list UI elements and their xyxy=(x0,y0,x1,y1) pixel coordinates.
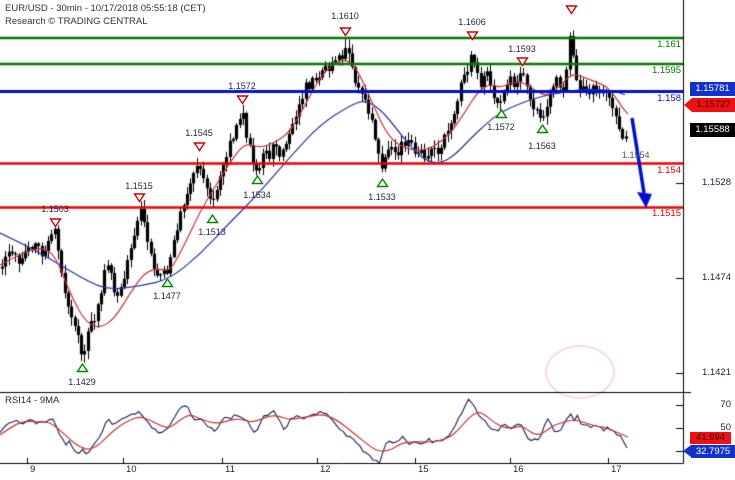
up-triangle-icon xyxy=(494,109,508,119)
chart-title: EUR/USD - 30min - 10/17/2018 05:55:18 (C… xyxy=(5,3,206,14)
resistance-level-label-1: 1.161 xyxy=(657,39,681,50)
price-note-label: 1.1554 xyxy=(622,150,650,160)
support-level-label-1: 1.154 xyxy=(657,165,681,176)
x-axis-day-label: 17 xyxy=(611,464,622,475)
trading-central-chart: EUR/USD - 30min - 10/17/2018 05:55:18 (C… xyxy=(0,0,735,480)
marker-label: 1.1534 xyxy=(243,190,271,200)
resistance-marker xyxy=(453,31,491,41)
down-triangle-icon xyxy=(132,193,146,203)
support-level-label-2: 1.1515 xyxy=(651,208,681,219)
marker-label: 1.1572 xyxy=(487,122,515,132)
price-axis-label: 1.1474 xyxy=(701,272,731,283)
down-triangle-icon xyxy=(338,27,352,37)
support-marker xyxy=(238,175,276,185)
price-badge-red-value: 1.15727 xyxy=(696,99,731,110)
price-axis-label: 1.1528 xyxy=(701,177,731,188)
down-triangle-icon xyxy=(515,57,529,67)
resistance-marker xyxy=(552,5,590,15)
down-triangle-icon xyxy=(235,95,249,105)
up-triangle-icon xyxy=(160,278,174,288)
support-marker xyxy=(63,363,101,373)
marker-label: 1.1610 xyxy=(331,11,359,21)
up-triangle-icon xyxy=(75,363,89,373)
pivot-level-label: 1.158 xyxy=(657,93,681,104)
support-marker-label: 1.1477 xyxy=(148,291,186,301)
x-axis-day-label: 15 xyxy=(418,464,429,475)
marker-label: 1.1545 xyxy=(185,128,213,138)
resistance-marker xyxy=(223,95,261,105)
support-marker xyxy=(363,178,401,188)
support-marker xyxy=(523,124,561,134)
marker-label: 1.1429 xyxy=(68,377,96,387)
support-marker xyxy=(148,278,186,288)
marker-label: 1.1503 xyxy=(41,204,69,214)
support-marker xyxy=(482,109,520,119)
resistance-marker xyxy=(120,193,158,203)
resistance-level-label-2: 1.1595 xyxy=(651,65,681,76)
down-triangle-icon xyxy=(192,142,206,152)
x-axis-day-label: 9 xyxy=(30,464,36,475)
support-marker-label: 1.1429 xyxy=(63,377,101,387)
price-badge-blue: 1.15781 xyxy=(690,82,735,96)
resistance-marker xyxy=(503,57,541,67)
down-triangle-icon xyxy=(564,5,578,15)
up-triangle-icon xyxy=(535,124,549,134)
rsi-axis-label: 70 xyxy=(720,399,731,410)
rsi-value: 32.7975 xyxy=(695,446,731,457)
up-triangle-icon xyxy=(250,175,264,185)
marker-label: 1.1606 xyxy=(458,17,486,27)
x-axis-day-label: 10 xyxy=(126,464,137,475)
resistance-marker-label: 1.1610 xyxy=(326,11,364,21)
resistance-marker-label: 1.1503 xyxy=(36,204,74,214)
resistance-marker-label: 1.1545 xyxy=(180,128,218,138)
marker-label: 1.1593 xyxy=(508,44,536,54)
resistance-marker-label: 1.1572 xyxy=(223,81,261,91)
marker-label: 1.1622 xyxy=(552,0,590,1)
rsi-value-badge: 32.7975 xyxy=(683,445,735,458)
rsi-ma-value-badge: 41.994 xyxy=(690,432,731,444)
rsi-panel-label: RSI14 - 9MA xyxy=(5,395,60,406)
down-triangle-icon xyxy=(465,31,479,41)
research-credit: Research © TRADING CENTRAL xyxy=(5,16,148,27)
x-axis-day-label: 12 xyxy=(320,464,331,475)
price-badge-red: 1.15727 xyxy=(684,98,735,112)
support-marker-label: 1.1533 xyxy=(363,192,401,202)
badge-arrow-icon xyxy=(683,445,691,457)
marker-label: 1.1477 xyxy=(153,291,181,301)
x-axis-day-label: 16 xyxy=(513,464,524,475)
support-marker xyxy=(193,214,231,224)
marker-label: 1.1572 xyxy=(228,81,256,91)
marker-label: 1.1533 xyxy=(368,192,396,202)
down-triangle-icon xyxy=(48,218,62,228)
support-marker-label: 1.1572 xyxy=(482,122,520,132)
support-marker-label: 1.1563 xyxy=(523,141,561,151)
resistance-marker-label: 1.1593 xyxy=(503,44,541,54)
resistance-marker xyxy=(36,218,74,228)
resistance-marker xyxy=(180,142,218,152)
rsi-ma-value: 41.994 xyxy=(695,432,726,443)
marker-label: 1.1515 xyxy=(125,181,153,191)
marker-label: 1.1513 xyxy=(198,227,226,237)
up-triangle-icon xyxy=(375,178,389,188)
price-axis-label: 1.1421 xyxy=(701,367,731,378)
badge-arrow-icon xyxy=(684,98,692,112)
resistance-marker-label: 1.1515 xyxy=(120,181,158,191)
resistance-marker xyxy=(326,27,364,37)
x-axis-day-label: 11 xyxy=(225,464,235,475)
last-price-badge: 1.15588 xyxy=(690,123,735,137)
support-marker-label: 1.1534 xyxy=(238,190,276,200)
support-marker-label: 1.1513 xyxy=(193,227,231,237)
last-price-value: 1.15588 xyxy=(695,124,730,135)
price-badge-blue-value: 1.15781 xyxy=(695,83,730,94)
resistance-marker-label: 1.1606 xyxy=(453,17,491,27)
up-triangle-icon xyxy=(205,214,219,224)
marker-label: 1.1563 xyxy=(528,141,556,151)
resistance-marker-label: 1.1622 xyxy=(552,0,590,1)
